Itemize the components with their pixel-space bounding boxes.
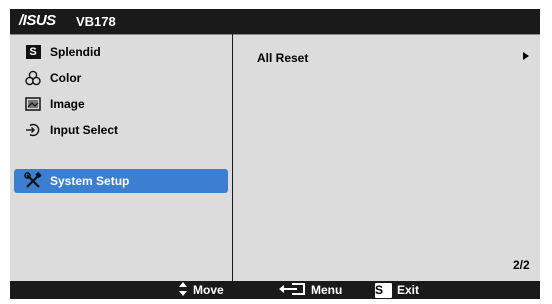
sidebar-item-splendid[interactable]: S Splendid xyxy=(14,40,228,64)
page-indicator: 2/2 xyxy=(513,258,530,272)
hint-label: Move xyxy=(193,283,224,297)
brand-logo: /ISUS xyxy=(19,12,56,29)
sidebar-item-label: Color xyxy=(50,71,82,85)
image-icon xyxy=(24,95,42,113)
sidebar-item-image[interactable]: Image xyxy=(14,92,228,116)
osd-menu: /ISUS VB178 S Splendid Color Image Input… xyxy=(10,9,540,299)
option-label: All Reset xyxy=(257,51,309,65)
hint-move: Move xyxy=(178,281,224,300)
menu-enter-icon xyxy=(278,281,306,300)
hint-exit: S Exit xyxy=(375,282,419,298)
sidebar-item-input-select[interactable]: Input Select xyxy=(14,118,228,142)
sidebar-item-label: Image xyxy=(50,97,85,111)
sidebar-item-label: System Setup xyxy=(50,174,130,188)
color-icon xyxy=(24,69,42,87)
sidebar-item-label: Splendid xyxy=(50,45,101,59)
hint-menu: Menu xyxy=(278,282,342,298)
submenu-arrow-icon xyxy=(523,52,529,60)
splendid-s-icon: S xyxy=(24,43,42,61)
system-setup-icon xyxy=(24,172,42,190)
title-bar: /ISUS VB178 xyxy=(10,9,540,34)
model-name: VB178 xyxy=(76,14,116,29)
hint-label: Menu xyxy=(311,283,343,297)
move-arrows-icon xyxy=(178,281,188,300)
option-all-reset[interactable]: All Reset xyxy=(233,49,540,69)
sidebar-item-color[interactable]: Color xyxy=(14,66,228,90)
sidebar: S Splendid Color Image Input Select Syst… xyxy=(10,34,232,282)
hint-label: Exit xyxy=(397,283,420,297)
sidebar-item-system-setup[interactable]: System Setup xyxy=(14,169,228,193)
content-panel: All Reset 2/2 xyxy=(233,34,540,282)
sidebar-item-label: Input Select xyxy=(50,123,119,137)
footer-hints: Move Menu S Exit xyxy=(10,281,540,299)
s-key-icon: S xyxy=(375,282,392,298)
input-select-icon xyxy=(24,121,42,139)
